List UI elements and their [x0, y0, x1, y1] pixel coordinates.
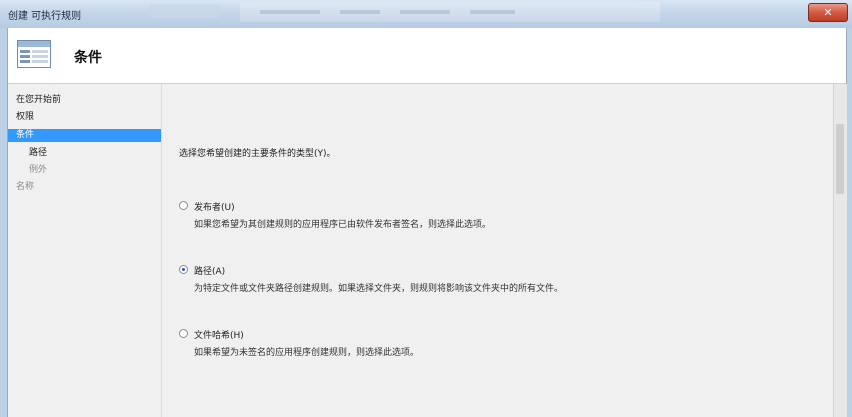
nav-item-before-you-begin[interactable]: 在您开始前 — [8, 94, 161, 107]
path-label[interactable]: 路径(A) — [194, 264, 225, 277]
window-title: 创建 可执行规则 — [8, 11, 82, 22]
vertical-scrollbar[interactable] — [833, 84, 847, 417]
nav-item-permissions[interactable]: 权限 — [8, 111, 161, 124]
close-button[interactable]: ✕ — [808, 3, 848, 22]
publisher-label[interactable]: 发布者(U) — [194, 200, 235, 213]
background-window-blur — [240, 2, 660, 22]
page-header: 条件 — [8, 28, 846, 84]
nav-item-path[interactable]: 路径 — [8, 147, 161, 160]
scrollbar-thumb[interactable] — [836, 124, 844, 194]
file-hash-label[interactable]: 文件哈希(H) — [194, 328, 244, 341]
nav-item-exceptions[interactable]: 例外 — [8, 164, 161, 177]
file-hash-description: 如果希望为未签名的应用程序创建规则，则选择此选项。 — [194, 348, 420, 358]
background-window-blur — [150, 4, 220, 18]
rule-table-icon — [17, 40, 51, 68]
publisher-radio[interactable] — [179, 201, 188, 210]
file-hash-radio[interactable] — [179, 329, 188, 338]
main-content: 选择您希望创建的主要条件的类型(Y)。 发布者(U) 如果您希望为其创建规则的应… — [162, 84, 833, 417]
title-bar: 创建 可执行规则 ✕ — [0, 0, 852, 28]
condition-type-prompt: 选择您希望创建的主要条件的类型(Y)。 — [179, 149, 336, 159]
nav-item-conditions[interactable]: 条件 — [8, 129, 161, 142]
nav-item-name[interactable]: 名称 — [8, 181, 161, 194]
wizard-steps-nav: 在您开始前 权限 条件 路径 例外 名称 — [8, 84, 161, 417]
path-radio[interactable] — [179, 265, 188, 274]
page-title: 条件 — [74, 50, 102, 66]
dialog-window: 条件 在您开始前 权限 条件 路径 例外 名称 选择您希望创建的主要条件的类型(… — [7, 28, 847, 417]
path-description: 为特定文件或文件夹路径创建规则。如果选择文件夹，则规则将影响该文件夹中的所有文件… — [194, 284, 564, 294]
publisher-description: 如果您希望为其创建规则的应用程序已由软件发布者签名，则选择此选项。 — [194, 220, 492, 230]
